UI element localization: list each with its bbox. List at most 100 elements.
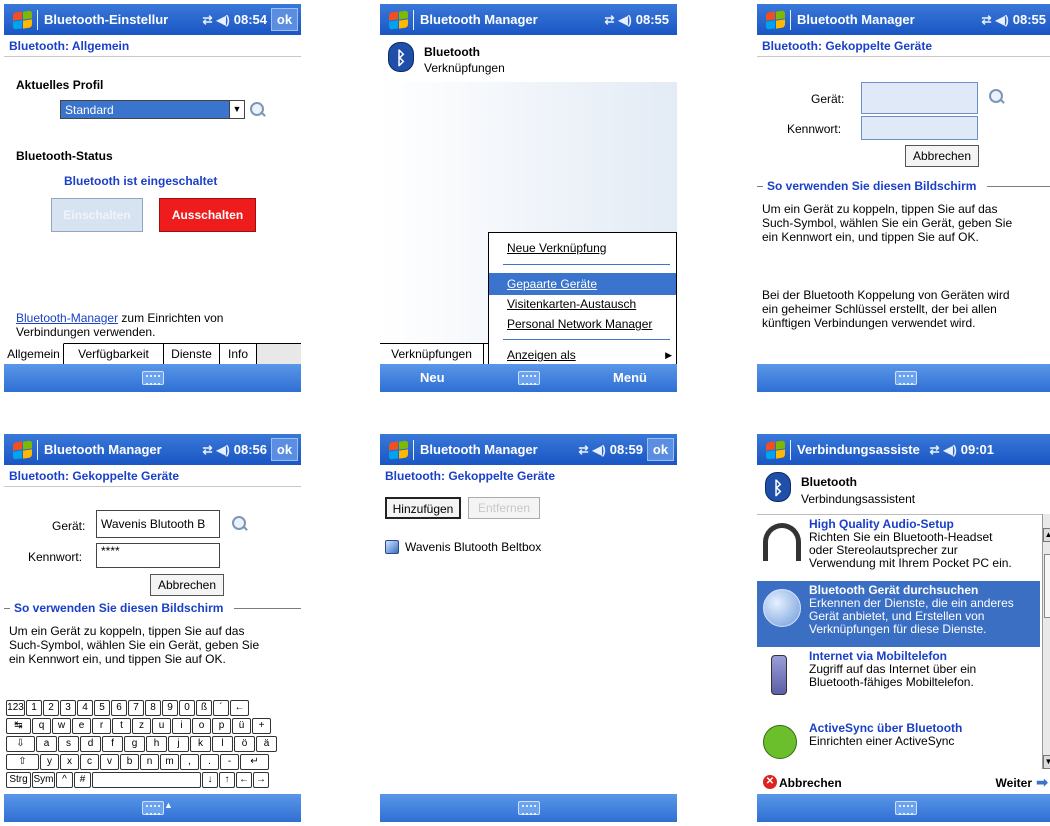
key-row3-1[interactable]: a bbox=[36, 736, 57, 752]
key-row3-6[interactable]: h bbox=[146, 736, 167, 752]
scrollbar[interactable]: ▲ ▼ bbox=[1042, 514, 1050, 769]
key-row1-6[interactable]: 6 bbox=[111, 700, 127, 716]
tab-verknuepfungen[interactable]: Verknüpfungen bbox=[380, 344, 484, 366]
key-row2-12[interactable]: + bbox=[252, 718, 271, 734]
softkey-menu[interactable]: Menü bbox=[613, 370, 647, 385]
ok-button[interactable]: ok bbox=[647, 438, 674, 461]
key-row1-1[interactable]: 1 bbox=[26, 700, 42, 716]
search-icon[interactable] bbox=[248, 101, 266, 119]
key-row4-4[interactable]: v bbox=[100, 754, 119, 770]
disable-button[interactable]: Ausschalten bbox=[159, 198, 256, 232]
menu-item-new-shortcut[interactable]: Neue Verknüpfung bbox=[489, 237, 676, 259]
key-row5-8[interactable]: → bbox=[253, 772, 269, 788]
key-row4-6[interactable]: n bbox=[140, 754, 159, 770]
volume-icon[interactable]: ◀) bbox=[944, 443, 957, 457]
connectivity-icon[interactable]: ⇄ bbox=[604, 13, 614, 27]
key-row2-11[interactable]: ü bbox=[232, 718, 251, 734]
key-row1-10[interactable]: 0 bbox=[179, 700, 195, 716]
windows-start-icon[interactable] bbox=[9, 9, 35, 31]
key-row3-9[interactable]: l bbox=[212, 736, 233, 752]
key-row5-4[interactable] bbox=[92, 772, 201, 788]
menu-item-business-card[interactable]: Visitenkarten-Austausch bbox=[489, 293, 676, 315]
clock-time[interactable]: 08:56 bbox=[234, 442, 267, 457]
key-row5-0[interactable]: Strg bbox=[6, 772, 31, 788]
next-button[interactable]: Weiter bbox=[996, 776, 1032, 790]
ok-button[interactable]: ok bbox=[271, 8, 298, 31]
key-row1-12[interactable]: ´ bbox=[213, 700, 229, 716]
connectivity-icon[interactable]: ⇄ bbox=[202, 13, 212, 27]
ok-button[interactable]: ok bbox=[271, 438, 298, 461]
cancel-button[interactable]: Abbrechen bbox=[905, 145, 979, 167]
clock-time[interactable]: 08:55 bbox=[1013, 12, 1046, 27]
cancel-button[interactable]: Abbrechen bbox=[150, 574, 224, 596]
key-row3-0[interactable]: ⇩ bbox=[6, 736, 35, 752]
cancel-button[interactable]: Abbrechen bbox=[779, 776, 842, 790]
key-row5-6[interactable]: ↑ bbox=[219, 772, 235, 788]
keyboard-icon[interactable] bbox=[894, 801, 917, 815]
volume-icon[interactable]: ◀) bbox=[217, 13, 230, 27]
key-row2-3[interactable]: e bbox=[72, 718, 91, 734]
key-row4-0[interactable]: ⇧ bbox=[6, 754, 39, 770]
enable-button[interactable]: Einschalten bbox=[51, 198, 143, 232]
key-row2-7[interactable]: u bbox=[152, 718, 171, 734]
key-row2-0[interactable]: ↹ bbox=[6, 718, 31, 734]
keyboard-icon[interactable] bbox=[517, 801, 540, 815]
keyboard-icon[interactable] bbox=[894, 371, 917, 385]
volume-icon[interactable]: ◀) bbox=[593, 443, 606, 457]
add-button[interactable]: Hinzufügen bbox=[385, 497, 461, 519]
menu-item-paired-devices[interactable]: Gepaarte Geräte bbox=[489, 273, 676, 295]
key-row4-10[interactable]: - bbox=[220, 754, 239, 770]
wizard-item-internet[interactable]: Internet via Mobiltelefon Zugriff auf da… bbox=[757, 647, 1040, 713]
windows-start-icon[interactable] bbox=[762, 9, 788, 31]
key-row5-2[interactable]: ^ bbox=[56, 772, 73, 788]
volume-icon[interactable]: ◀) bbox=[996, 13, 1009, 27]
windows-start-icon[interactable] bbox=[9, 439, 35, 461]
volume-icon[interactable]: ◀) bbox=[217, 443, 230, 457]
key-row3-11[interactable]: ä bbox=[256, 736, 277, 752]
key-row3-5[interactable]: g bbox=[124, 736, 145, 752]
key-row2-9[interactable]: o bbox=[192, 718, 211, 734]
device-list-item[interactable]: Wavenis Blutooth Beltbox bbox=[385, 539, 645, 557]
key-row2-8[interactable]: i bbox=[172, 718, 191, 734]
key-row2-2[interactable]: w bbox=[52, 718, 71, 734]
wizard-item-activesync[interactable]: ActiveSync über Bluetooth Einrichten ein… bbox=[757, 713, 1040, 779]
password-field[interactable] bbox=[861, 116, 978, 140]
key-row3-4[interactable]: f bbox=[102, 736, 123, 752]
scroll-up-icon[interactable]: ▲ bbox=[1043, 528, 1050, 542]
key-row2-1[interactable]: q bbox=[32, 718, 51, 734]
search-icon[interactable] bbox=[230, 515, 248, 533]
key-row1-5[interactable]: 5 bbox=[94, 700, 110, 716]
softkey-new[interactable]: Neu bbox=[420, 370, 445, 385]
key-row2-5[interactable]: t bbox=[112, 718, 131, 734]
menu-item-view-as[interactable]: Anzeigen als ▶ bbox=[489, 344, 676, 366]
profile-dropdown[interactable]: Standard ▼ bbox=[60, 100, 245, 119]
key-row4-11[interactable]: ↵ bbox=[240, 754, 269, 770]
key-row1-11[interactable]: ß bbox=[196, 700, 212, 716]
key-row1-9[interactable]: 9 bbox=[162, 700, 178, 716]
key-row4-9[interactable]: . bbox=[200, 754, 219, 770]
remove-button[interactable]: Entfernen bbox=[468, 497, 540, 519]
bluetooth-manager-link[interactable]: Bluetooth-Manager bbox=[16, 311, 118, 325]
tab-info[interactable]: Info bbox=[220, 344, 257, 366]
clock-time[interactable]: 09:01 bbox=[961, 442, 994, 457]
key-row3-3[interactable]: d bbox=[80, 736, 101, 752]
wizard-item-audio[interactable]: High Quality Audio-Setup Richten Sie ein… bbox=[757, 515, 1040, 581]
key-row3-8[interactable]: k bbox=[190, 736, 211, 752]
device-field[interactable]: Wavenis Blutooth B bbox=[96, 510, 220, 538]
tab-dienste[interactable]: Dienste bbox=[164, 344, 220, 366]
tab-allgemein[interactable]: Allgemein bbox=[4, 343, 64, 365]
clock-time[interactable]: 08:54 bbox=[234, 12, 267, 27]
key-row3-7[interactable]: j bbox=[168, 736, 189, 752]
key-row4-5[interactable]: b bbox=[120, 754, 139, 770]
keyboard-icon[interactable] bbox=[517, 371, 540, 385]
windows-start-icon[interactable] bbox=[762, 439, 788, 461]
clock-time[interactable]: 08:59 bbox=[610, 442, 643, 457]
key-row1-7[interactable]: 7 bbox=[128, 700, 144, 716]
connectivity-icon[interactable]: ⇄ bbox=[929, 443, 939, 457]
connectivity-icon[interactable]: ⇄ bbox=[202, 443, 212, 457]
key-row1-4[interactable]: 4 bbox=[77, 700, 93, 716]
scroll-down-icon[interactable]: ▼ bbox=[1043, 755, 1050, 769]
key-row1-8[interactable]: 8 bbox=[145, 700, 161, 716]
keyboard-icon[interactable] bbox=[141, 801, 164, 815]
key-row2-10[interactable]: p bbox=[212, 718, 231, 734]
